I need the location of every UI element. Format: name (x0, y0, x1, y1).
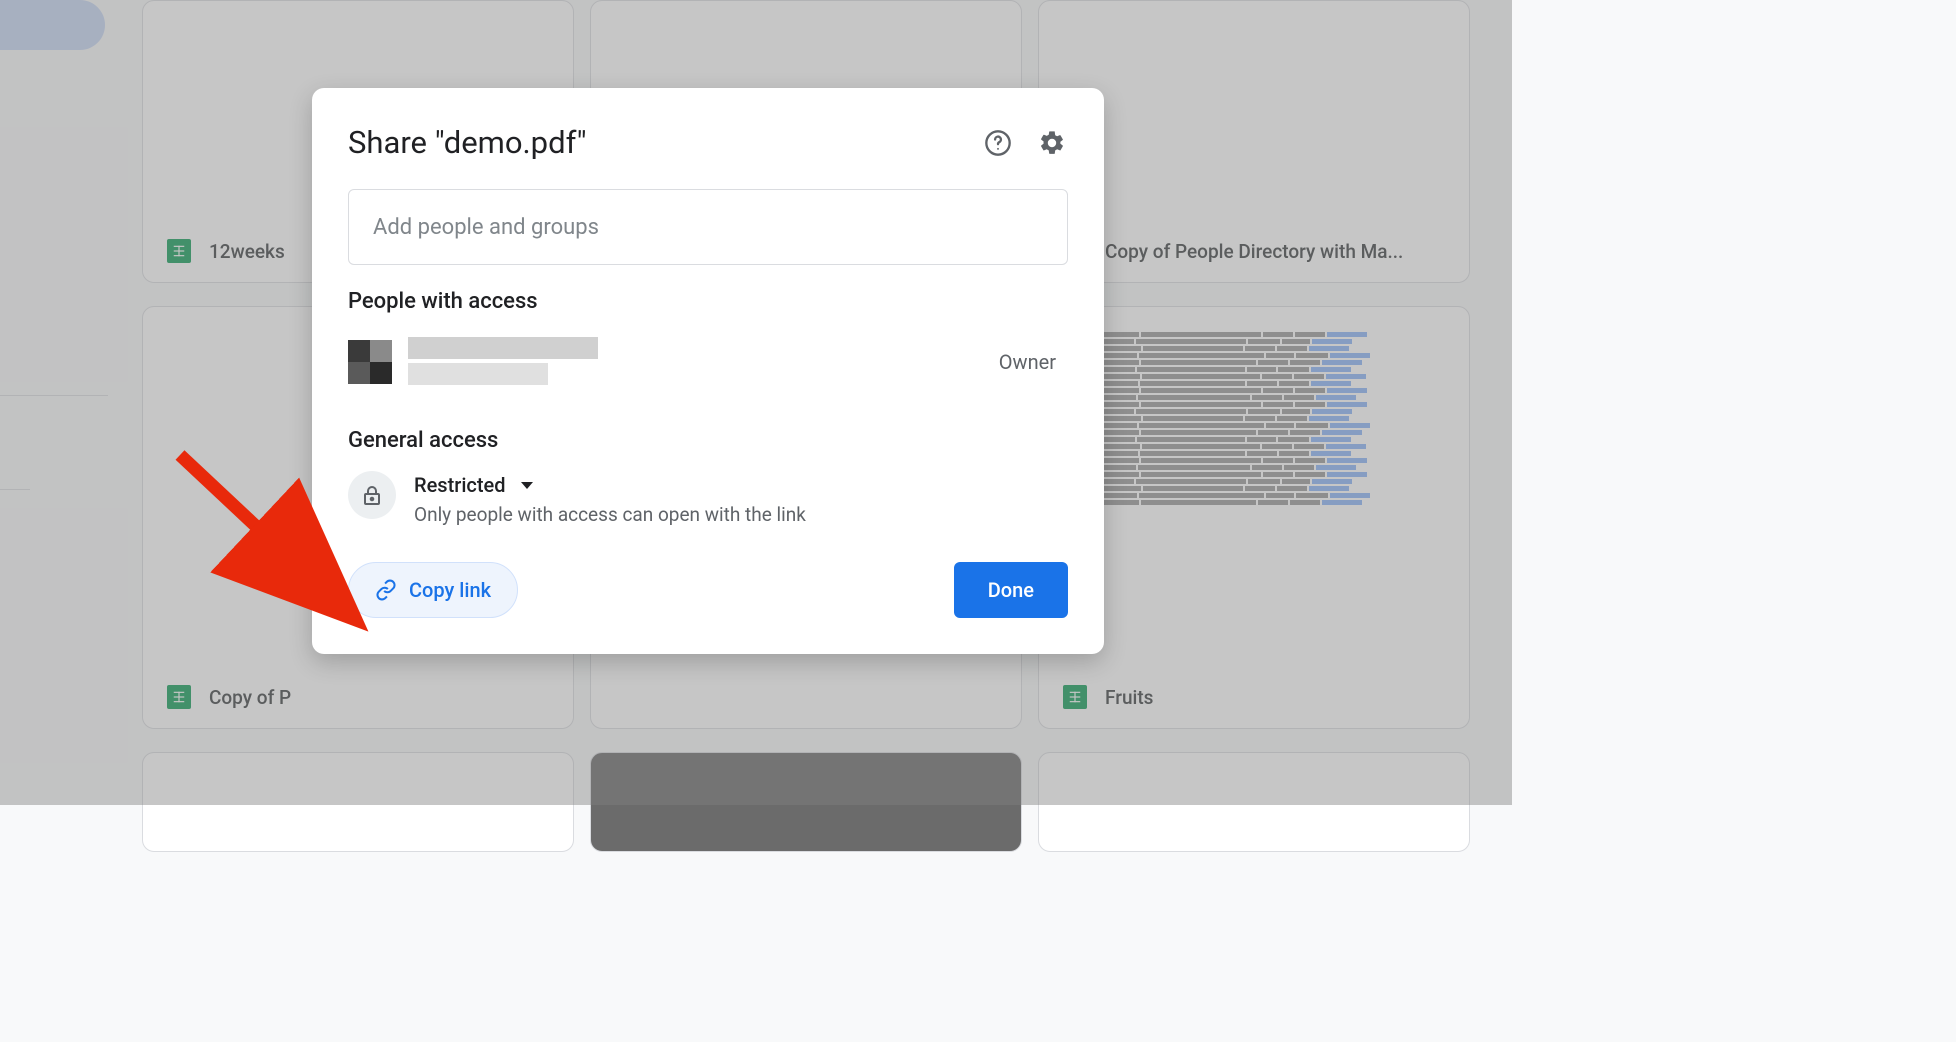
role-label: Owner (999, 350, 1056, 374)
link-icon (375, 579, 397, 601)
person-row: Owner (348, 332, 1068, 392)
add-people-input[interactable] (348, 189, 1068, 265)
copy-link-button[interactable]: Copy link (348, 562, 518, 618)
user-avatar (348, 340, 392, 384)
access-level-label: Restricted (414, 473, 506, 497)
help-button[interactable] (982, 127, 1014, 159)
gear-icon (1038, 129, 1066, 157)
settings-button[interactable] (1036, 127, 1068, 159)
chevron-down-icon (520, 476, 534, 495)
share-dialog: Share "demo.pdf" People with access (312, 88, 1104, 654)
lock-icon (348, 471, 396, 519)
people-with-access-heading: People with access (348, 289, 1068, 314)
done-button[interactable]: Done (954, 562, 1068, 618)
copy-link-label: Copy link (409, 578, 491, 602)
general-access-heading: General access (348, 428, 1068, 453)
access-description: Only people with access can open with th… (414, 503, 1068, 526)
dialog-title: Share "demo.pdf" (348, 124, 587, 161)
help-icon (984, 129, 1012, 157)
user-name-redacted (408, 337, 608, 387)
access-level-dropdown[interactable]: Restricted (414, 473, 1068, 497)
